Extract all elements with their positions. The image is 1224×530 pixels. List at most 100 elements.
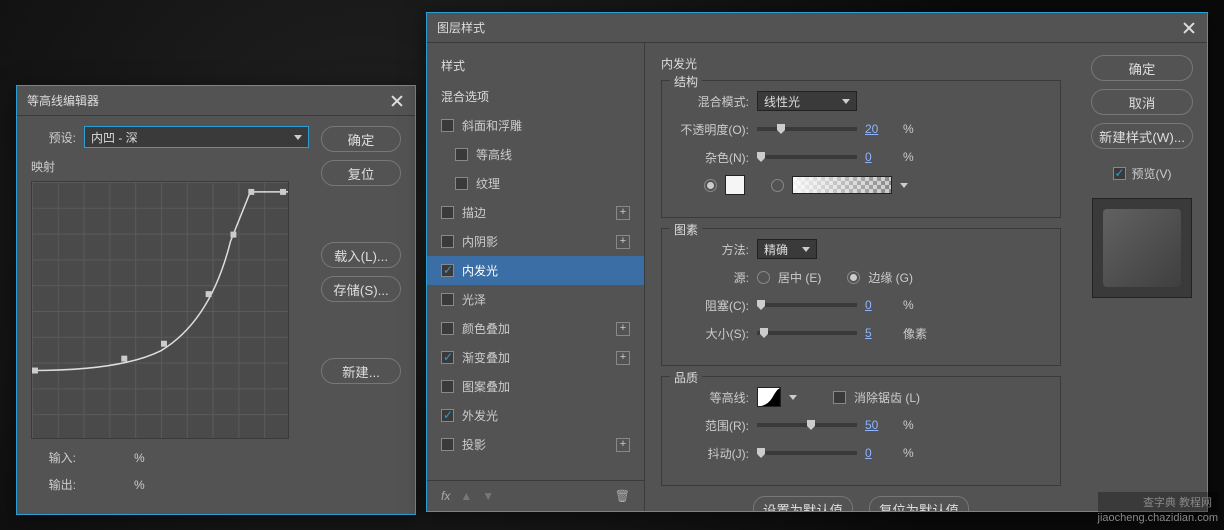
style-color-overlay[interactable]: 颜色叠加 + xyxy=(427,314,644,343)
checkbox[interactable] xyxy=(441,119,454,132)
style-gradient-overlay[interactable]: 渐变叠加 + xyxy=(427,343,644,372)
chevron-down-icon[interactable] xyxy=(789,395,797,400)
plus-icon[interactable]: + xyxy=(616,438,630,452)
style-label: 光泽 xyxy=(462,291,486,308)
checkbox[interactable] xyxy=(441,264,454,277)
size-value[interactable]: 5 xyxy=(865,326,895,340)
checkbox[interactable] xyxy=(441,351,454,364)
style-label: 内发光 xyxy=(462,262,498,279)
style-inner-shadow[interactable]: 内阴影 + xyxy=(427,227,644,256)
make-default-button[interactable]: 设置为默认值 xyxy=(753,496,853,511)
jitter-value[interactable]: 0 xyxy=(865,446,895,460)
reset-default-button[interactable]: 复位为默认值 xyxy=(869,496,969,511)
blend-mode-label: 混合模式: xyxy=(674,93,749,110)
contour-thumbnail[interactable] xyxy=(757,387,781,407)
style-texture[interactable]: 纹理 xyxy=(427,169,644,198)
save-button[interactable]: 存储(S)... xyxy=(321,276,401,302)
checkbox[interactable] xyxy=(441,322,454,335)
style-bevel-emboss[interactable]: 斜面和浮雕 xyxy=(427,111,644,140)
checkbox[interactable] xyxy=(455,177,468,190)
choke-label: 阻塞(C): xyxy=(674,297,749,314)
percent: % xyxy=(903,446,927,460)
noise-slider[interactable] xyxy=(757,155,857,159)
style-label: 等高线 xyxy=(476,146,512,163)
percent: % xyxy=(903,418,927,432)
style-contour[interactable]: 等高线 xyxy=(427,140,644,169)
gradient-radio[interactable] xyxy=(771,179,784,192)
plus-icon[interactable]: + xyxy=(616,206,630,220)
percent: % xyxy=(903,150,927,164)
style-satin[interactable]: 光泽 xyxy=(427,285,644,314)
color-swatch[interactable] xyxy=(725,175,745,195)
contour-titlebar[interactable]: 等高线编辑器 xyxy=(17,86,415,116)
style-label: 斜面和浮雕 xyxy=(462,117,522,134)
arrow-down-icon[interactable]: ▼ xyxy=(482,489,494,503)
choke-value[interactable]: 0 xyxy=(865,298,895,312)
plus-icon[interactable]: + xyxy=(616,322,630,336)
percent: % xyxy=(903,298,927,312)
plus-icon[interactable]: + xyxy=(616,351,630,365)
checkbox[interactable] xyxy=(441,206,454,219)
blend-mode-select[interactable]: 线性光 xyxy=(757,91,857,111)
gradient-swatch[interactable] xyxy=(792,176,892,194)
range-slider[interactable] xyxy=(757,423,857,427)
preset-select[interactable]: 内凹 - 深 xyxy=(84,126,309,148)
trash-icon[interactable]: 🗑 xyxy=(615,489,630,503)
style-drop-shadow[interactable]: 投影 + xyxy=(427,430,644,459)
source-edge-label: 边缘 (G) xyxy=(868,269,913,286)
style-inner-glow[interactable]: 内发光 xyxy=(427,256,644,285)
jitter-label: 抖动(J): xyxy=(674,445,749,462)
reset-button[interactable]: 复位 xyxy=(321,160,401,186)
close-icon[interactable] xyxy=(389,93,405,109)
preview-checkbox[interactable] xyxy=(1113,167,1126,180)
input-label: 输入: xyxy=(31,449,76,466)
blend-options[interactable]: 混合选项 xyxy=(427,82,644,111)
chevron-down-icon[interactable] xyxy=(900,183,908,188)
opacity-value[interactable]: 20 xyxy=(865,122,895,136)
checkbox[interactable] xyxy=(441,380,454,393)
fx-label[interactable]: fx xyxy=(441,489,450,503)
structure-legend: 结构 xyxy=(670,73,702,90)
style-outer-glow[interactable]: 外发光 xyxy=(427,401,644,430)
style-label: 描边 xyxy=(462,204,486,221)
layerstyle-titlebar[interactable]: 图层样式 xyxy=(427,13,1207,43)
styles-list: 样式 混合选项 斜面和浮雕 等高线 纹理 描边 + 内阴影 xyxy=(427,43,645,511)
technique-select[interactable]: 精确 xyxy=(757,239,817,259)
source-edge-radio[interactable] xyxy=(847,271,860,284)
curve-editor[interactable] xyxy=(31,181,289,439)
plus-icon[interactable]: + xyxy=(616,235,630,249)
arrow-up-icon[interactable]: ▲ xyxy=(460,489,472,503)
chevron-down-icon xyxy=(802,247,810,252)
new-style-button[interactable]: 新建样式(W)... xyxy=(1091,123,1193,149)
close-icon[interactable] xyxy=(1181,20,1197,36)
panel-title: 内发光 xyxy=(661,55,1061,72)
choke-slider[interactable] xyxy=(757,303,857,307)
checkbox[interactable] xyxy=(441,438,454,451)
antialias-checkbox[interactable] xyxy=(833,391,846,404)
styles-header[interactable]: 样式 xyxy=(427,55,644,82)
checkbox[interactable] xyxy=(455,148,468,161)
size-slider[interactable] xyxy=(757,331,857,335)
opacity-slider[interactable] xyxy=(757,127,857,131)
ok-button[interactable]: 确定 xyxy=(321,126,401,152)
opacity-label: 不透明度(O): xyxy=(674,121,749,138)
color-radio[interactable] xyxy=(704,179,717,192)
range-value[interactable]: 50 xyxy=(865,418,895,432)
chevron-down-icon xyxy=(294,135,302,140)
checkbox[interactable] xyxy=(441,293,454,306)
cancel-button[interactable]: 取消 xyxy=(1091,89,1193,115)
source-center-radio[interactable] xyxy=(757,271,770,284)
preview-label: 预览(V) xyxy=(1132,165,1172,182)
jitter-slider[interactable] xyxy=(757,451,857,455)
style-pattern-overlay[interactable]: 图案叠加 xyxy=(427,372,644,401)
checkbox[interactable] xyxy=(441,235,454,248)
noise-label: 杂色(N): xyxy=(674,149,749,166)
new-button[interactable]: 新建... xyxy=(321,358,401,384)
load-button[interactable]: 载入(L)... xyxy=(321,242,401,268)
chevron-down-icon xyxy=(842,99,850,104)
style-stroke[interactable]: 描边 + xyxy=(427,198,644,227)
noise-value[interactable]: 0 xyxy=(865,150,895,164)
checkbox[interactable] xyxy=(441,409,454,422)
style-label: 颜色叠加 xyxy=(462,320,510,337)
ok-button[interactable]: 确定 xyxy=(1091,55,1193,81)
